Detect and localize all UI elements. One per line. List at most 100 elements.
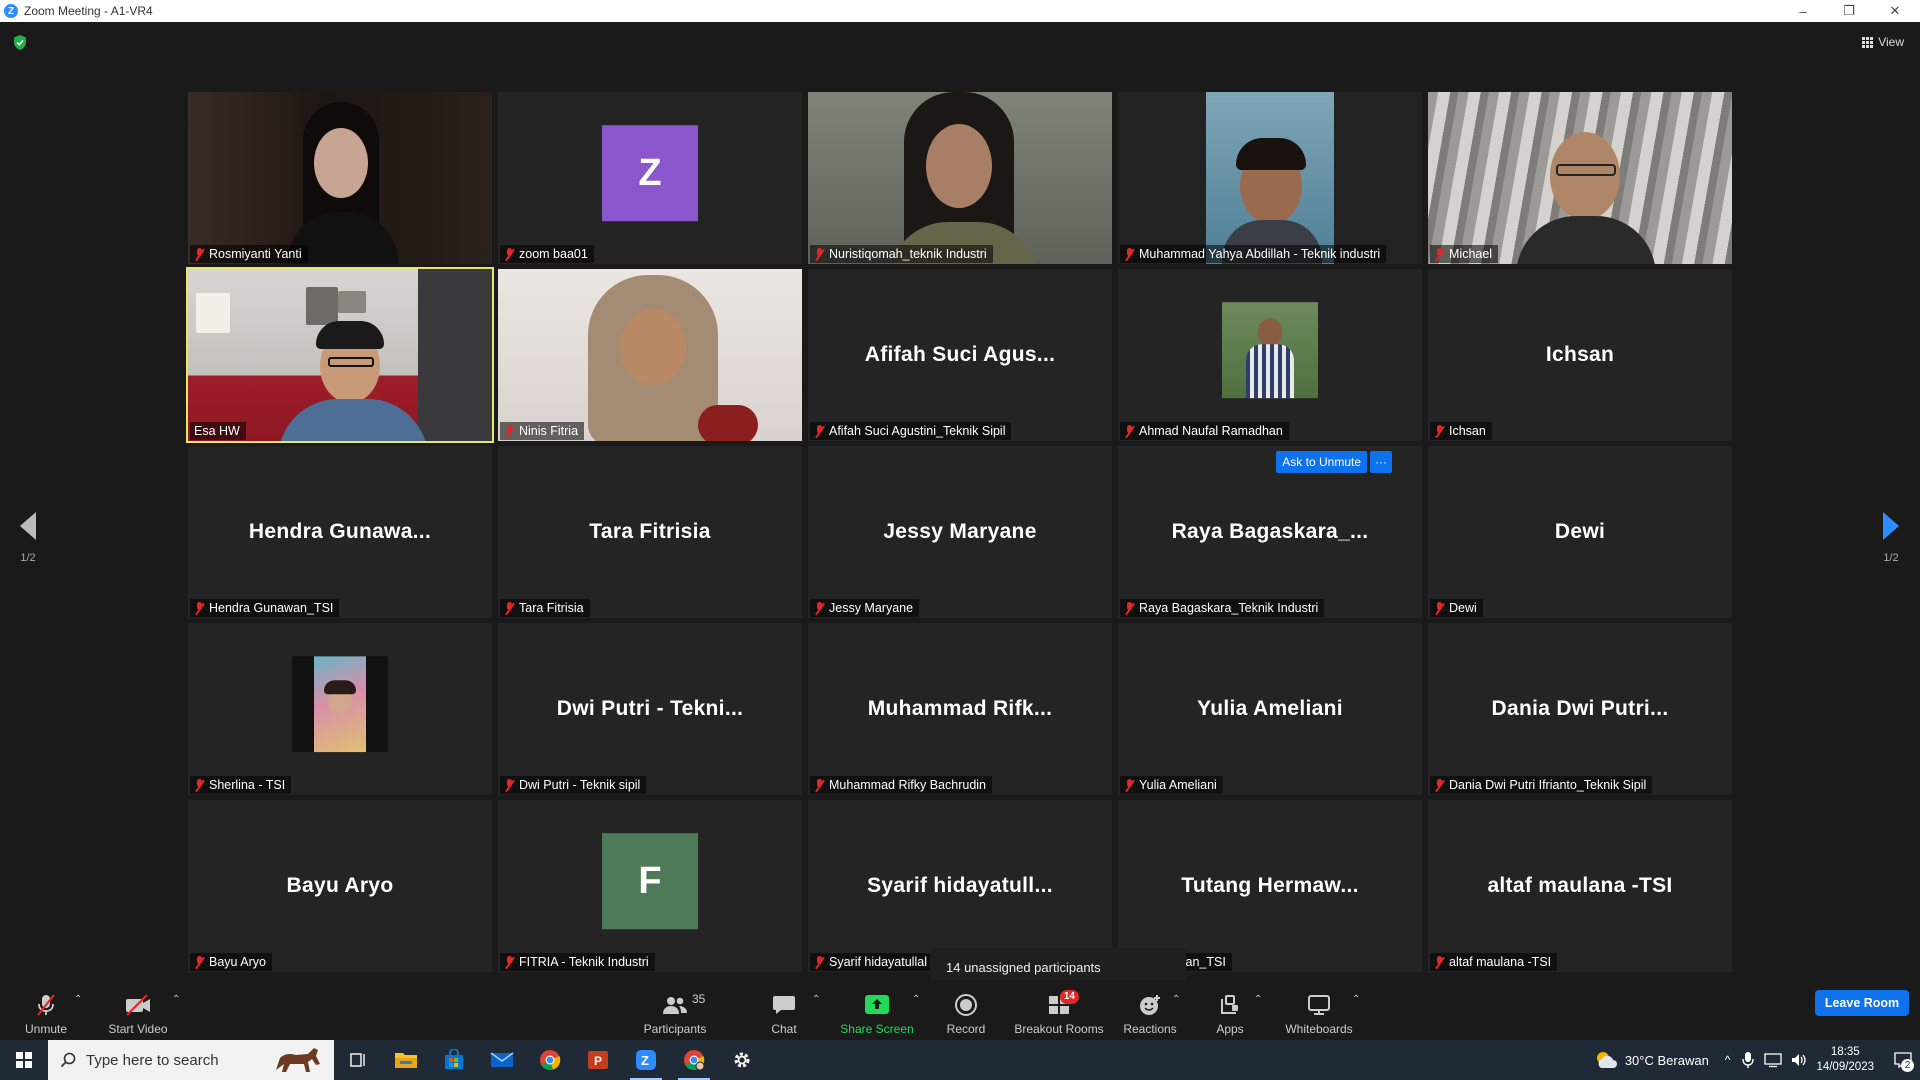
participant-tile[interactable]: Yulia Ameliani Yulia Ameliani — [1118, 623, 1422, 795]
share-screen-button[interactable]: Share Screen — [840, 986, 914, 1036]
participant-tile[interactable]: F FITRIA - Teknik Industri — [498, 800, 802, 972]
meeting-area: View 1/2 1/2 Rosmiyanti Yanti Zzoom baa01… — [0, 22, 1920, 992]
muted-mic-icon — [504, 601, 515, 615]
weather-cloudy-icon[interactable] — [1593, 1049, 1619, 1071]
breakout-rooms-badge: 14 — [1059, 990, 1079, 1004]
notification-center-button[interactable]: 2 — [1886, 1040, 1920, 1080]
participant-tile[interactable]: Ahmad Naufal Ramadhan — [1118, 269, 1422, 441]
next-page-button[interactable]: 1/2 — [1871, 512, 1911, 564]
clock[interactable]: 18:35 14/09/2023 — [1816, 1045, 1874, 1075]
participant-video — [1428, 92, 1732, 264]
participant-tile[interactable]: Rosmiyanti Yanti — [188, 92, 492, 264]
record-button[interactable]: Record — [946, 986, 986, 1036]
participant-nameplate: Raya Bagaskara_Teknik Industri — [1120, 599, 1325, 617]
participant-tile[interactable]: Michael — [1428, 92, 1732, 264]
participant-tile[interactable]: Raya Bagaskara_... Ask to Unmute ··· Raya B… — [1118, 446, 1422, 618]
participant-tile[interactable]: Dewi Dewi — [1428, 446, 1732, 618]
mail-button[interactable] — [478, 1040, 526, 1080]
participant-name: Ninis Fitria — [519, 424, 579, 438]
window-title: Zoom Meeting - A1-VR4 — [24, 4, 153, 18]
participant-tile[interactable]: Ninis Fitria — [498, 269, 802, 441]
participant-tile[interactable]: Dania Dwi Putri... Dania Dwi Putri Ifrian… — [1428, 623, 1732, 795]
participant-name: Michael — [1449, 247, 1493, 261]
participant-nameplate: Ichsan — [1430, 422, 1492, 440]
page-indicator-right: 1/2 — [1883, 552, 1899, 564]
microphone-in-use-icon[interactable] — [1742, 1051, 1755, 1069]
participant-name: Bayu Aryo — [209, 955, 266, 969]
chrome-profile-button[interactable] — [670, 1040, 718, 1080]
participant-nameplate: Dwi Putri - Teknik sipil — [500, 776, 647, 794]
unmute-button[interactable]: Unmute — [18, 986, 74, 1036]
participant-tile[interactable]: Bayu Aryo Bayu Aryo — [188, 800, 492, 972]
ask-to-unmute-button[interactable]: Ask to Unmute — [1276, 451, 1367, 473]
muted-mic-icon — [194, 601, 205, 615]
participants-button[interactable]: 35 Participants — [640, 986, 710, 1036]
settings-button[interactable] — [718, 1040, 766, 1080]
show-hidden-icons-caret-icon[interactable]: ^ — [1725, 1053, 1731, 1067]
whiteboards-button[interactable]: Whiteboards — [1282, 986, 1356, 1036]
video-options-caret-icon[interactable]: ⌃ — [172, 994, 180, 1005]
participant-tile[interactable]: Jessy Maryane Jessy Maryane — [808, 446, 1112, 618]
start-video-button[interactable]: Start Video — [104, 986, 172, 1036]
participant-tile[interactable]: Nuristiqomah_teknik Industri — [808, 92, 1112, 264]
participant-tile[interactable]: Zzoom baa01 — [498, 92, 802, 264]
record-icon — [955, 994, 977, 1016]
whiteboards-caret-icon[interactable]: ⌃ — [1352, 994, 1360, 1005]
leave-room-button[interactable]: Leave Room — [1815, 990, 1909, 1016]
zoom-button[interactable]: Z — [622, 1040, 670, 1080]
previous-page-button[interactable]: 1/2 — [8, 512, 48, 564]
participant-tile[interactable]: altaf maulana -TSI altaf maulana -TSI — [1428, 800, 1732, 972]
taskbar-search-box[interactable]: Type here to search — [48, 1040, 334, 1080]
participant-name: Muhammad Rifky Bachrudin — [829, 778, 987, 792]
participant-video — [808, 92, 1112, 264]
task-view-button[interactable] — [334, 1040, 382, 1080]
restore-button[interactable]: ❐ — [1826, 0, 1872, 22]
volume-icon[interactable] — [1790, 1052, 1808, 1068]
muted-mic-icon — [504, 778, 515, 792]
file-explorer-button[interactable] — [382, 1040, 430, 1080]
participant-nameplate: Syarif hidayatullal — [810, 953, 933, 971]
encryption-shield-icon[interactable] — [12, 34, 28, 51]
share-options-caret-icon[interactable]: ⌃ — [912, 994, 920, 1005]
reactions-caret-icon[interactable]: ⌃ — [1172, 994, 1180, 1005]
participant-tile[interactable]: Syarif hidayatull... Syarif hidayatullal — [808, 800, 1112, 972]
participant-tile[interactable]: Hendra Gunawa... Hendra Gunawan_TSI — [188, 446, 492, 618]
participant-avatar: Z — [602, 125, 698, 222]
participant-name: Tara Fitrisia — [519, 601, 584, 615]
participant-tile[interactable]: Muhammad Yahya Abdillah - Teknik industr… — [1118, 92, 1422, 264]
view-button[interactable]: View — [1856, 32, 1910, 52]
participant-tile[interactable]: Tara Fitrisia Tara Fitrisia — [498, 446, 802, 618]
participant-tile[interactable]: Tutang Hermaw...Hermawan_TSI — [1118, 800, 1422, 972]
apps-caret-icon[interactable]: ⌃ — [1254, 994, 1262, 1005]
more-options-button[interactable]: ··· — [1370, 451, 1392, 473]
start-button[interactable] — [0, 1040, 48, 1080]
mail-envelope-icon — [490, 1052, 514, 1067]
participant-name: Sherlina - TSI — [209, 778, 286, 792]
whiteboard-icon — [1308, 995, 1330, 1015]
unmute-label: Unmute — [24, 1022, 68, 1036]
powerpoint-button[interactable]: P — [574, 1040, 622, 1080]
weather-text[interactable]: 30°C Berawan — [1625, 1053, 1709, 1068]
zoom-app-icon: Z — [636, 1050, 656, 1070]
participant-name: zoom baa01 — [519, 247, 588, 261]
breakout-rooms-button[interactable]: 14 Breakout Rooms — [1014, 986, 1104, 1036]
participant-tile[interactable]: Esa HW — [186, 267, 494, 443]
chrome-button[interactable] — [526, 1040, 574, 1080]
chat-options-caret-icon[interactable]: ⌃ — [812, 994, 820, 1005]
muted-mic-icon — [814, 601, 825, 615]
start-video-label: Start Video — [108, 1022, 168, 1036]
reactions-button[interactable]: Reactions — [1122, 986, 1178, 1036]
chat-button[interactable]: Chat — [766, 986, 802, 1036]
close-button[interactable]: ✕ — [1872, 0, 1918, 22]
participant-tile[interactable]: Dwi Putri - Tekni... Dwi Putri - Teknik s… — [498, 623, 802, 795]
participant-tile[interactable]: Afifah Suci Agus... Afifah Suci Agustini_… — [808, 269, 1112, 441]
microsoft-store-button[interactable] — [430, 1040, 478, 1080]
participant-tile[interactable]: Ichsan Ichsan — [1428, 269, 1732, 441]
minimize-button[interactable]: – — [1780, 0, 1826, 22]
audio-options-caret-icon[interactable]: ⌃ — [74, 994, 82, 1005]
network-icon[interactable] — [1764, 1052, 1783, 1068]
apps-button[interactable]: Apps — [1212, 986, 1248, 1036]
participant-tile[interactable]: Sherlina - TSI — [188, 623, 492, 795]
participant-tile[interactable]: Muhammad Rifk... Muhammad Rifky Bachrudin — [808, 623, 1112, 795]
participants-count: 35 — [692, 992, 706, 1006]
